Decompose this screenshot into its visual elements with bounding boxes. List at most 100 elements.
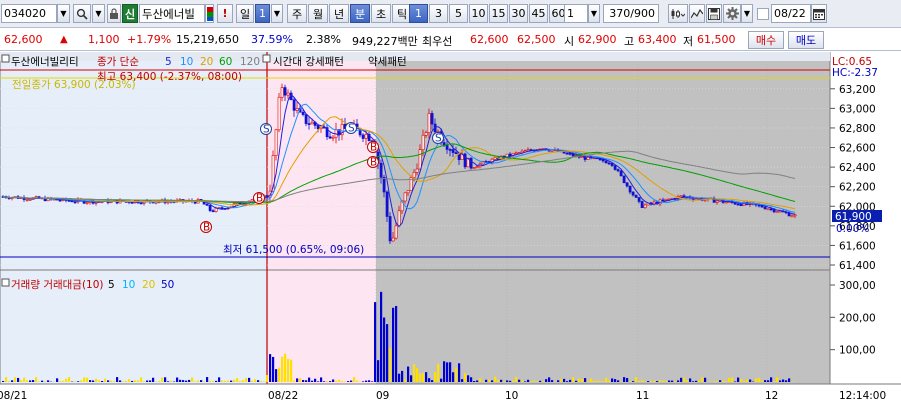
stock-code-input[interactable]: 034020 (1, 4, 57, 23)
candle-body (766, 208, 770, 211)
search-icon[interactable] (73, 4, 91, 23)
volume-bar (467, 375, 470, 382)
volume-bar (179, 379, 182, 382)
volume-bar (704, 377, 707, 382)
tab-second[interactable]: 초 (371, 4, 391, 23)
candle-body (451, 149, 455, 153)
chart-canvas[interactable]: SBBSBBS 두산에너빌리티 종가 단순 5 10 20 60 120 시간대… (0, 52, 901, 406)
count-dropdown[interactable]: ▼ (588, 4, 600, 23)
volume-bar (392, 307, 395, 382)
pattern-toggle[interactable] (262, 54, 271, 63)
legend-stock-name: 두산에너빌리티 (11, 56, 79, 68)
volume-bar (134, 380, 137, 382)
time-label-12: 12 (765, 390, 778, 402)
settings-dropdown[interactable]: ▼ (741, 4, 753, 23)
volume-bar (656, 381, 659, 382)
volume-bar (614, 379, 617, 382)
volume-bar (287, 358, 290, 382)
date-input[interactable]: 08/22 (771, 4, 811, 23)
count-input[interactable]: 1 (564, 4, 588, 23)
volume-bar (32, 380, 35, 382)
interval-day-button[interactable]: 일 (236, 4, 254, 23)
tab-month[interactable]: 월 (308, 4, 328, 23)
volume-bar (356, 380, 359, 382)
preset-button[interactable]: 45 (529, 4, 548, 23)
volume-bar (98, 380, 101, 382)
volume-bar (344, 381, 347, 382)
candle-body (454, 152, 458, 154)
volume-bar (245, 378, 248, 382)
volume-bar (443, 361, 446, 382)
alert-button[interactable]: ! (217, 4, 233, 23)
gear-icon[interactable] (723, 4, 741, 23)
range-counter[interactable]: 370/900 (603, 4, 659, 23)
sell-button[interactable]: 매도 (788, 31, 824, 49)
volume-bar (620, 381, 623, 382)
legend-toggle[interactable] (1, 54, 10, 63)
interval-dropdown[interactable]: ▼ (271, 4, 283, 23)
indicator-icon[interactable] (689, 4, 705, 23)
preset-button[interactable]: 3 (429, 4, 448, 23)
volume-legend-label: 거래량 거래대금(10) (11, 279, 104, 291)
volume-bar (683, 377, 686, 382)
candle-body (622, 175, 626, 184)
volume-bar (773, 380, 776, 382)
candle-body (430, 113, 434, 125)
candle-body (208, 205, 212, 211)
volume-bar (701, 377, 704, 382)
volume-bar (191, 377, 194, 382)
price-chart[interactable]: SBBSBBS 두산에너빌리티 종가 단순 5 10 20 60 120 시간대… (0, 52, 901, 406)
preset-button[interactable]: 30 (509, 4, 528, 23)
candle-body (694, 198, 698, 200)
candle-body (211, 210, 215, 212)
volume-bar (200, 380, 203, 382)
tab-week[interactable]: 주 (287, 4, 307, 23)
volume-bar (104, 378, 107, 382)
lock-icon[interactable] (107, 4, 121, 23)
search-dropdown[interactable]: ▼ (92, 4, 105, 23)
volume-bar (236, 378, 239, 382)
volume-bar (26, 380, 29, 382)
volume-bar (446, 362, 449, 382)
volume-bar (605, 377, 608, 382)
time-label-09: 09 (376, 390, 389, 402)
date-checkbox[interactable] (757, 8, 769, 20)
preset-button[interactable]: 1 (409, 4, 428, 23)
calendar-icon[interactable] (811, 4, 827, 23)
volume-bar (626, 378, 629, 382)
pattern-marker-letter: B (370, 157, 377, 169)
buy-button[interactable]: 매수 (748, 31, 784, 49)
candle-body (397, 210, 401, 227)
chart-style-icon[interactable] (668, 4, 688, 23)
volume-bar (725, 381, 728, 382)
candle-body (292, 99, 296, 111)
legend-pattern-strong: 시간대 강세패턴 (273, 56, 344, 68)
volume-bar (770, 377, 773, 382)
volume-bar (125, 380, 128, 382)
candle-body (736, 203, 740, 206)
volume-bar (56, 378, 59, 382)
volume-bar (764, 380, 767, 382)
volume-tick-label: 300,00 (839, 280, 876, 292)
preset-button[interactable]: 5 (449, 4, 468, 23)
volume-bar (233, 379, 236, 382)
preset-button[interactable]: 10 (469, 4, 488, 23)
tab-minute[interactable]: 분 (350, 4, 370, 23)
candle-body (130, 202, 134, 204)
interval-value[interactable]: 1 (255, 4, 270, 23)
preset-button[interactable]: 15 (489, 4, 508, 23)
volume-bar (293, 380, 296, 382)
volume-bar (404, 379, 407, 382)
volume-bar (320, 377, 323, 382)
current-price-tag-value: 61,900 (835, 211, 872, 223)
volume-bar (383, 317, 386, 382)
stock-name-field[interactable]: 두산에너빌 (139, 4, 205, 23)
candle-body (28, 199, 32, 201)
volume-bar (677, 380, 680, 382)
volume-bar (476, 380, 479, 382)
tab-year[interactable]: 년 (329, 4, 349, 23)
save-icon[interactable] (706, 4, 722, 23)
stock-code-dropdown[interactable]: ▼ (57, 4, 70, 23)
pattern-marker-letter: B (370, 142, 377, 154)
volume-toggle[interactable] (1, 278, 10, 287)
